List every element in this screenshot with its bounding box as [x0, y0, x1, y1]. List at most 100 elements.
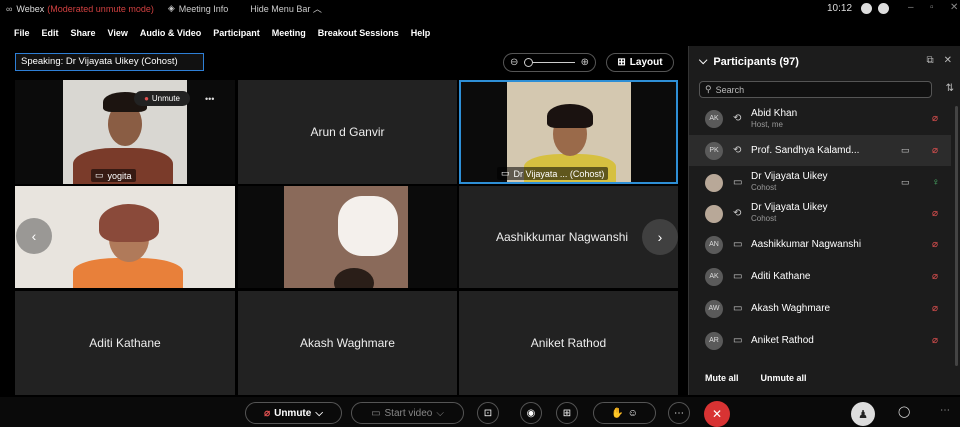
layout-button[interactable]: ⊞ Layout: [606, 53, 674, 72]
share-button[interactable]: ⊡: [477, 402, 499, 424]
more-options-icon[interactable]: ⋯: [940, 405, 950, 416]
zoom-control[interactable]: ⊖ ⊕: [503, 53, 596, 72]
zoom-slider-knob[interactable]: [524, 58, 534, 67]
video-tile-aditi[interactable]: Aditi Kathane: [15, 291, 235, 395]
tile-label: ▭ Dr Vijayata ... (Cohost): [497, 167, 609, 180]
more-options-icon[interactable]: •••: [205, 94, 214, 104]
camera-icon[interactable]: ▭: [901, 145, 910, 156]
panel-footer: Mute all Unmute all: [705, 373, 807, 383]
mic-muted-icon[interactable]: ⌀: [932, 303, 938, 314]
avatar: AR: [705, 331, 723, 350]
hide-menu-bar-button[interactable]: Hide Menu Bar ︿: [250, 2, 322, 15]
reactions-button[interactable]: ✋ ☺: [593, 402, 656, 424]
speaking-indicator: Speaking: Dr Vijayata Uikey (Cohost): [15, 53, 204, 71]
participant-name: Aditi Kathane: [89, 336, 161, 350]
screen-icon: ▭: [733, 271, 743, 282]
mic-muted-icon[interactable]: ⌀: [932, 239, 938, 250]
video-tile-vijayata[interactable]: ▭ Dr Vijayata ... (Cohost): [459, 80, 678, 184]
avatar: AK: [705, 267, 723, 286]
avatar: [705, 204, 723, 223]
sync-icon: ⟲: [733, 208, 742, 219]
mute-all-button[interactable]: Mute all: [705, 373, 739, 383]
participant-row[interactable]: ▭ Dr Vijayata Uikey Cohost ▭ ♀: [689, 167, 951, 198]
person-hair: [547, 104, 593, 128]
share-icon: ⊡: [483, 407, 493, 419]
participant-search-input[interactable]: ⚲ Search: [699, 81, 932, 98]
previous-page-button[interactable]: ‹: [16, 218, 52, 254]
unmute-button[interactable]: ⌀ Unmute ⌵: [245, 402, 342, 424]
camera-icon[interactable]: ▭: [901, 177, 910, 188]
sort-icon[interactable]: ⇅: [946, 83, 954, 94]
video-tile-participant[interactable]: [238, 186, 457, 288]
menu-share[interactable]: Share: [71, 28, 96, 42]
chat-icon[interactable]: ◯: [898, 405, 910, 418]
status-icon[interactable]: [861, 3, 872, 14]
close-panel-icon[interactable]: ✕: [944, 55, 952, 66]
participant-row[interactable]: AK ⟲ Abid Khan Host, me ⌀: [689, 103, 951, 134]
profile-icon[interactable]: [878, 3, 889, 14]
menu-view[interactable]: View: [108, 28, 128, 42]
participant-row[interactable]: AR ▭ Aniket Rathod ⌀: [689, 325, 951, 356]
video-tile-aniket[interactable]: Aniket Rathod: [459, 291, 678, 395]
record-button[interactable]: ◉: [520, 402, 542, 424]
menu-help[interactable]: Help: [411, 28, 431, 42]
unmute-all-button[interactable]: Unmute all: [761, 373, 807, 383]
leave-meeting-button[interactable]: ✕: [704, 401, 730, 427]
participants-panel: ⌵ Participants (97) ⧉ ✕ ⚲ Search ⇅ AK ⟲ …: [688, 46, 960, 395]
video-tile-yogita[interactable]: ▭ yogita: [15, 80, 235, 184]
menu-file[interactable]: File: [14, 28, 30, 42]
screen-icon: ▭: [95, 170, 104, 180]
mic-muted-icon[interactable]: ⌀: [932, 208, 938, 219]
participant-name: Aniket Rathod: [751, 335, 814, 346]
more-button[interactable]: ⋯: [668, 402, 690, 424]
avatar: AW: [705, 299, 723, 318]
avatar: [705, 173, 723, 192]
mic-muted-icon[interactable]: ⌀: [932, 113, 938, 124]
mic-muted-icon: ●: [144, 94, 149, 103]
participant-row[interactable]: AK ▭ Aditi Kathane ⌀: [689, 261, 951, 292]
video-tile-akash[interactable]: Akash Waghmare: [238, 291, 457, 395]
menu-edit[interactable]: Edit: [42, 28, 59, 42]
panel-scrollbar[interactable]: [955, 106, 958, 366]
chevron-down-icon[interactable]: ⌵: [699, 55, 707, 68]
zoom-in-icon[interactable]: ⊕: [581, 57, 589, 68]
screen-icon: ▭: [733, 335, 743, 346]
more-icon: ⋯: [674, 407, 684, 419]
mic-muted-icon[interactable]: ⌀: [932, 271, 938, 282]
meeting-info-button[interactable]: ◈ Meeting Info: [168, 3, 228, 14]
hand-icon: ✋: [611, 407, 624, 419]
participant-row[interactable]: AN ▭ Aashikkumar Nagwanshi ⌀: [689, 229, 951, 260]
menu-audio-video[interactable]: Audio & Video: [140, 28, 201, 42]
menu-meeting[interactable]: Meeting: [272, 28, 306, 42]
menu-participant[interactable]: Participant: [213, 28, 260, 42]
screen-icon: ▭: [733, 239, 743, 250]
minimize-icon[interactable]: –: [908, 2, 914, 13]
person-icon: ♟: [858, 408, 868, 421]
zoom-slider[interactable]: [524, 58, 575, 67]
start-video-button[interactable]: ▭ Start video ⌵: [351, 402, 464, 424]
participant-role: Cohost: [751, 183, 777, 192]
panel-header[interactable]: ⌵ Participants (97): [699, 55, 799, 68]
mic-active-icon[interactable]: ♀: [932, 177, 940, 188]
participant-row[interactable]: AW ▭ Akash Waghmare ⌀: [689, 293, 951, 324]
participant-row[interactable]: PK ⟲ Prof. Sandhya Kalamd... ▭ ⌀: [689, 135, 951, 166]
emoji-icon: ☺: [627, 407, 638, 419]
pop-out-icon[interactable]: ⧉: [926, 55, 933, 66]
menu-bar: File Edit Share View Audio & Video Parti…: [0, 28, 430, 42]
app-name: Webex: [16, 3, 45, 14]
menu-breakout-sessions[interactable]: Breakout Sessions: [318, 28, 399, 42]
meeting-controls: ⌀ Unmute ⌵ ▭ Start video ⌵ ⊡ ◉ ⊞ ✋ ☺ ⋯ ✕…: [0, 397, 960, 427]
person-hair: [99, 204, 159, 242]
video-tile-arun[interactable]: Arun d Ganvir: [238, 80, 457, 184]
zoom-out-icon[interactable]: ⊖: [510, 57, 518, 68]
mic-muted-icon[interactable]: ⌀: [932, 335, 938, 346]
participant-row[interactable]: ⟲ Dr Vijayata Uikey Cohost ⌀: [689, 198, 951, 229]
chevron-down-icon: ⌵: [436, 407, 444, 419]
tile-unmute-button[interactable]: ● Unmute: [134, 91, 190, 106]
next-page-button[interactable]: ›: [642, 219, 678, 255]
mic-muted-icon[interactable]: ⌀: [932, 145, 938, 156]
participants-toggle-button[interactable]: ♟: [851, 402, 875, 426]
apps-button[interactable]: ⊞: [556, 402, 578, 424]
maximize-icon[interactable]: ▫: [930, 2, 934, 13]
close-icon[interactable]: ✕: [950, 2, 958, 13]
